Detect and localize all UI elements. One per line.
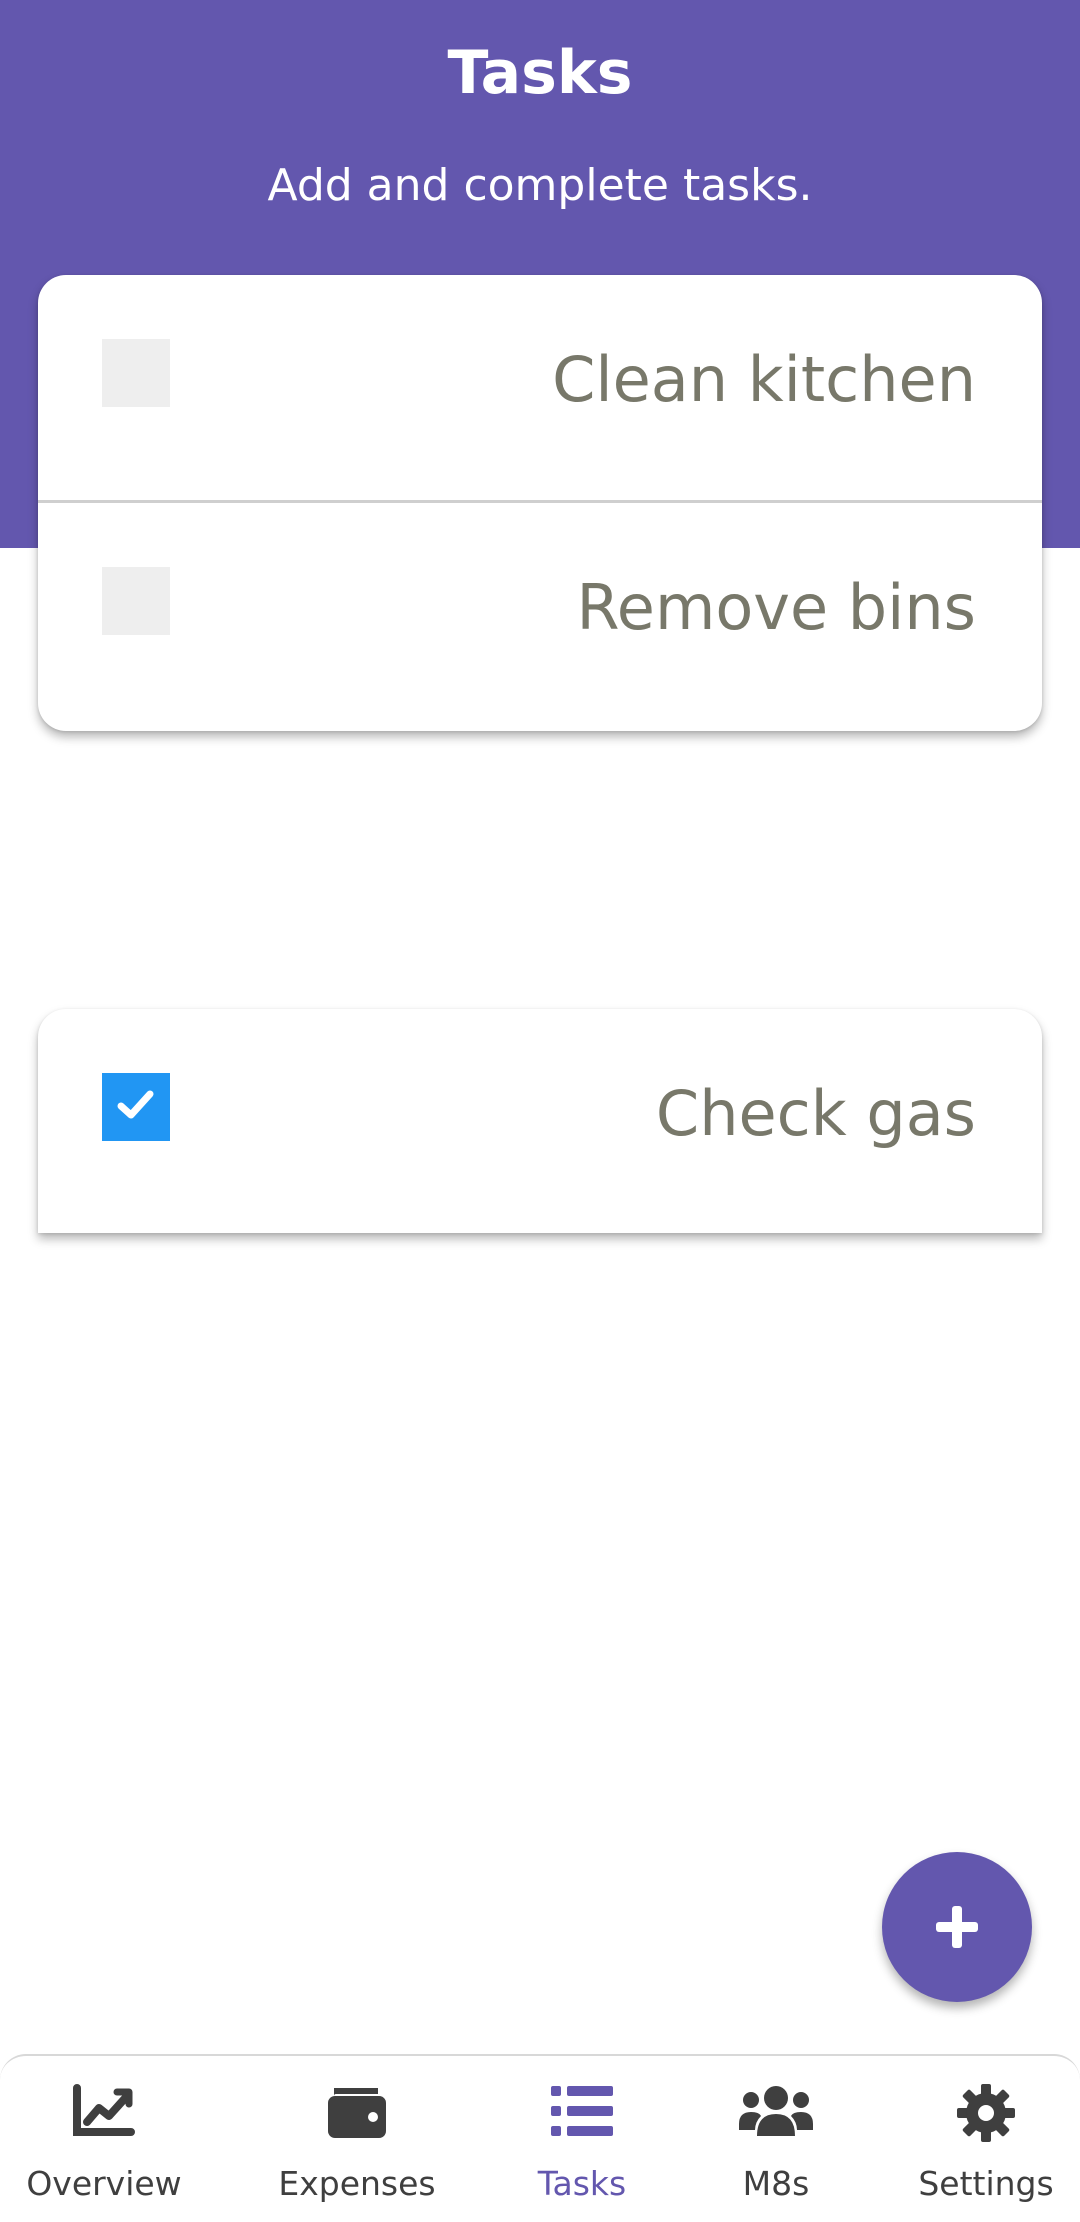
nav-label-tasks: Tasks (537, 2164, 627, 2203)
task-label: Check gas (655, 1077, 976, 1150)
add-task-button[interactable] (882, 1852, 1032, 2002)
nav-item-overview[interactable]: Overview (0, 2056, 208, 2222)
nav-label-expenses: Expenses (278, 2164, 436, 2203)
open-tasks-card: Clean kitchen Remove bins (38, 275, 1042, 731)
bottom-navigation: Overview Expenses Tasks M8s Settings (0, 2054, 1080, 2220)
nav-label-overview: Overview (26, 2164, 182, 2203)
check-icon (117, 1090, 154, 1119)
nav-label-m8s: M8s (742, 2164, 810, 2203)
completed-tasks-card: Check gas (38, 1009, 1042, 1233)
task-label: Remove bins (576, 571, 977, 644)
nav-item-m8s[interactable]: M8s (700, 2056, 852, 2222)
task-row[interactable]: Check gas (38, 1009, 1042, 1233)
nav-label-settings: Settings (918, 2164, 1054, 2203)
nav-item-settings[interactable]: Settings (902, 2056, 1070, 2222)
chart-line-icon (73, 2084, 135, 2136)
page-subtitle: Add and complete tasks. (267, 160, 813, 211)
gear-icon (957, 2084, 1015, 2142)
page-title: Tasks (447, 38, 633, 108)
task-row[interactable]: Clean kitchen (38, 275, 1042, 503)
task-checkbox[interactable] (102, 339, 170, 407)
wallet-icon (328, 2088, 386, 2138)
nav-item-expenses[interactable]: Expenses (250, 2056, 464, 2222)
list-icon (551, 2086, 613, 2136)
nav-item-tasks[interactable]: Tasks (500, 2056, 664, 2222)
task-label: Clean kitchen (552, 343, 976, 416)
task-row[interactable]: Remove bins (38, 503, 1042, 731)
task-checkbox[interactable] (102, 567, 170, 635)
plus-icon (936, 1906, 978, 1948)
task-checkbox-checked[interactable] (102, 1073, 170, 1141)
users-icon (739, 2086, 813, 2136)
